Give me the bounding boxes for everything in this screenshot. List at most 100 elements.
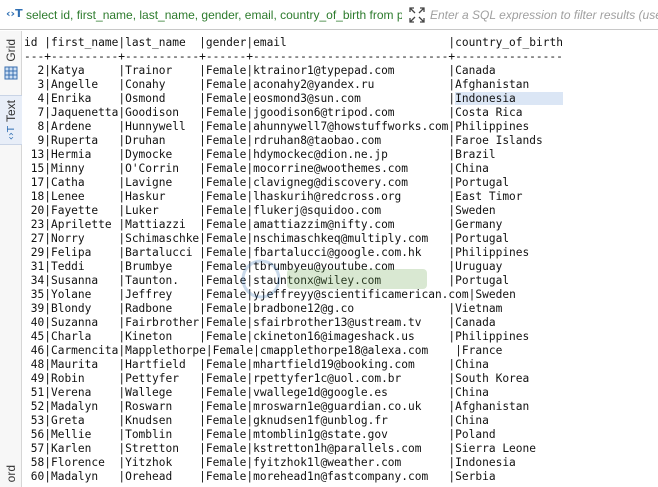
table-cell: Ardene — [50, 120, 119, 133]
table-row[interactable]: 17|Catha |Lavigne |Female|clavigneg@disc… — [24, 176, 658, 190]
table-cell: China — [455, 358, 563, 371]
table-row[interactable]: 27|Norry |Schimaschke|Female|nschimaschk… — [24, 232, 658, 246]
grid-icon — [4, 66, 18, 80]
column-separator: | — [199, 78, 206, 91]
table-cell: Madalyn — [50, 470, 119, 483]
expand-editor-icon[interactable] — [408, 6, 426, 24]
table-row[interactable]: 9|Ruperta |Druhan |Female|rdruhan8@taoba… — [24, 134, 658, 148]
table-cell: kstretton1h@parallels.com — [253, 442, 449, 455]
table-cell: Female — [205, 78, 247, 91]
table-row[interactable]: 52|Madalyn |Roswarn |Female|mroswarn1e@g… — [24, 400, 658, 414]
table-cell: Female — [205, 330, 247, 343]
tab-record[interactable]: ord — [0, 465, 22, 482]
table-cell: France — [461, 344, 570, 357]
table-row[interactable]: 40|Suzanna |Fairbrother|Female|sfairbrot… — [24, 316, 658, 330]
column-separator: | — [199, 288, 206, 301]
table-cell: 51 — [24, 386, 45, 399]
table-row[interactable]: 4|Enrika |Osmond |Female|eosmond3@sun.co… — [24, 92, 658, 106]
table-cell: Trainor — [125, 64, 200, 77]
table-row[interactable]: 56|Mellie |Tomblin |Female|mtomblin1g@st… — [24, 428, 658, 442]
column-separator: | — [199, 218, 206, 231]
table-row[interactable]: 48|Maurita |Hartfield |Female|mhartfield… — [24, 358, 658, 372]
table-cell: Female — [205, 260, 247, 273]
table-row[interactable]: 7|Jaquenetta|Goodison |Female|jgoodison6… — [24, 106, 658, 120]
column-separator: | — [199, 92, 206, 105]
table-cell: Knudsen — [125, 414, 200, 427]
filter-expression-input[interactable] — [430, 4, 658, 26]
table-cell: Stretton — [125, 442, 200, 455]
table-cell: Female — [205, 218, 247, 231]
table-row[interactable]: 29|Felipa |Bartalucci |Female|fbartalucc… — [24, 246, 658, 260]
table-cell: Luker — [125, 204, 200, 217]
table-cell: 49 — [24, 372, 45, 385]
table-cell: Jaquenetta — [50, 106, 119, 119]
table-cell: Faroe Islands — [455, 134, 563, 147]
table-cell: Female — [205, 470, 247, 483]
table-cell: Suzanna — [50, 316, 119, 329]
table-cell: Germany — [455, 218, 563, 231]
table-row[interactable]: 35|Yolane |Jeffrey |Female|yjeffreyy@sci… — [24, 288, 658, 302]
table-cell: Female — [205, 414, 247, 427]
column-header: country_of_birth — [455, 36, 563, 49]
table-cell: Felipa — [50, 246, 119, 259]
table-cell: cmapplethorpe18@alexa.com — [259, 344, 456, 357]
table-cell: Brazil — [455, 148, 563, 161]
table-row[interactable]: 31|Teddi |Brumbye |Female|tbrumbyeu@yout… — [24, 260, 658, 274]
column-separator: | — [199, 442, 206, 455]
table-cell: amattiazzim@nifty.com — [253, 218, 449, 231]
table-row[interactable]: 23|Aprilette |Mattiazzi |Female|amattiaz… — [24, 218, 658, 232]
table-row[interactable]: 51|Verena |Wallege |Female|vwallege1d@go… — [24, 386, 658, 400]
table-row[interactable]: 13|Hermia |Dymocke |Female|hdymockec@dio… — [24, 148, 658, 162]
table-cell: Philippines — [455, 120, 563, 133]
tab-text-label: Text — [4, 100, 18, 123]
tab-text[interactable]: Text ‹›T — [0, 95, 22, 146]
header-row: id |first_name|last_name |gender|email |… — [24, 36, 658, 50]
table-row[interactable]: 2|Katya |Trainor |Female|ktrainor1@typep… — [24, 64, 658, 78]
table-cell: Female — [205, 176, 247, 189]
sql-query-text[interactable]: select id, first_name, last_name, gender… — [26, 8, 402, 22]
table-cell: Hermia — [50, 148, 119, 161]
table-row[interactable]: 34|Susanna |Taunton. |Female|stauntonx@w… — [24, 274, 658, 288]
table-cell: yjeffreyy@scientificamerican.com — [253, 288, 469, 301]
table-cell: Verena — [50, 386, 119, 399]
table-cell: Carmencita — [50, 344, 119, 357]
table-row[interactable]: 58|Florence |Yitzhok |Female|fyitzhok1l@… — [24, 456, 658, 470]
table-row[interactable]: 15|Minny |O'Corrin |Female|mocorrine@woo… — [24, 162, 658, 176]
sql-toolbar: ‹›T select id, first_name, last_name, ge… — [0, 0, 658, 30]
tab-grid[interactable]: Grid — [0, 39, 22, 80]
table-row[interactable]: 53|Greta |Knudsen |Female|gknudsen1f@unb… — [24, 414, 658, 428]
table-row[interactable]: 49|Robin |Pettyfer |Female|rpettyfer1c@u… — [24, 372, 658, 386]
table-cell: 17 — [24, 176, 45, 189]
sql-editor-icon[interactable]: ‹›T — [6, 7, 23, 20]
table-cell: Kineton — [125, 330, 200, 343]
table-row[interactable]: 20|Fayette |Luker |Female|flukerj@squido… — [24, 204, 658, 218]
table-row[interactable]: 8|Ardene |Hunnywell |Female|ahunnywell7@… — [24, 120, 658, 134]
text-results-panel[interactable]: id |first_name|last_name |gender|email |… — [24, 32, 658, 487]
table-row[interactable]: 18|Lenee |Haskur |Female|lhaskurih@redcr… — [24, 190, 658, 204]
table-row[interactable]: 45|Charla |Kineton |Female|ckineton16@im… — [24, 330, 658, 344]
column-separator: | — [199, 456, 206, 469]
column-separator: | — [199, 148, 206, 161]
table-cell: Charla — [50, 330, 119, 343]
column-separator: | — [44, 134, 51, 147]
table-cell: rdruhan8@taobao.com — [253, 134, 449, 147]
column-separator: | — [199, 120, 206, 133]
table-cell: lhaskurih@redcross.org — [253, 190, 449, 203]
table-row[interactable]: 57|Karlen |Stretton |Female|kstretton1h@… — [24, 442, 658, 456]
table-row[interactable]: 46|Carmencita|Mapplethorpe|Female|cmappl… — [24, 344, 658, 358]
table-row[interactable]: 3|Angelle |Conahy |Female|aconahy2@yande… — [24, 78, 658, 92]
table-cell: jgoodison6@tripod.com — [253, 106, 449, 119]
table-cell: Female — [205, 386, 247, 399]
table-cell: mocorrine@woothemes.com — [253, 162, 449, 175]
table-cell: Female — [205, 288, 247, 301]
table-cell: 35 — [24, 288, 45, 301]
table-row[interactable]: 60|Madalyn |Orehead |Female|morehead1n@f… — [24, 470, 658, 484]
column-separator: | — [199, 106, 206, 119]
column-separator: | — [44, 400, 51, 413]
table-cell: Osmond — [125, 92, 200, 105]
table-cell: 7 — [24, 106, 45, 119]
view-mode-sidebar: Grid Text ‹›T ord — [0, 31, 22, 487]
table-row[interactable]: 39|Blondy |Radbone |Female|bradbone12@g.… — [24, 302, 658, 316]
column-separator: | — [199, 372, 206, 385]
table-cell: Female — [205, 442, 247, 455]
